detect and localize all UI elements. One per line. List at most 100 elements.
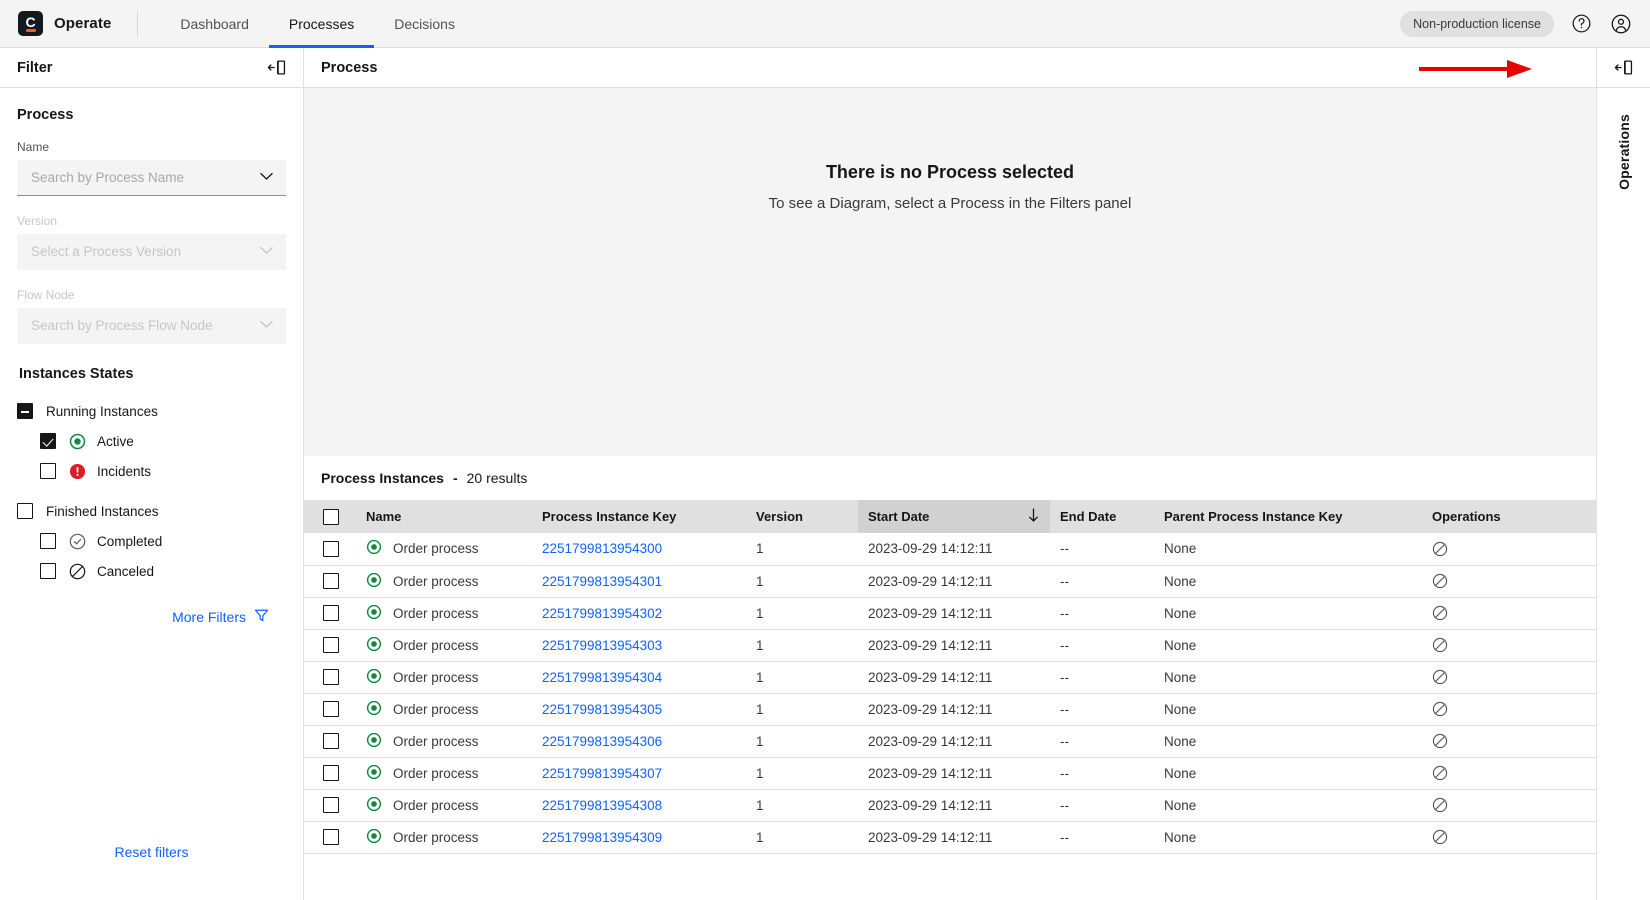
checkbox-completed[interactable]: Completed — [17, 526, 286, 556]
row-select-cell[interactable] — [304, 565, 356, 597]
process-instance-key-link[interactable]: 2251799813954308 — [542, 798, 662, 813]
row-checkbox[interactable] — [323, 541, 339, 557]
cancel-operation-icon[interactable] — [1432, 701, 1586, 717]
table-row[interactable]: Order process225179981395430712023-09-29… — [304, 757, 1596, 789]
cell-operations — [1422, 597, 1596, 629]
user-avatar-icon[interactable] — [1608, 11, 1634, 37]
row-checkbox[interactable] — [323, 573, 339, 589]
table-row[interactable]: Order process225179981395430012023-09-29… — [304, 533, 1596, 565]
process-instance-key-link[interactable]: 2251799813954301 — [542, 574, 662, 589]
cell-process-instance-key[interactable]: 2251799813954300 — [532, 533, 746, 565]
cell-parent-process-instance-key: None — [1154, 725, 1422, 757]
row-select-cell[interactable] — [304, 661, 356, 693]
row-select-cell[interactable] — [304, 629, 356, 661]
row-checkbox[interactable] — [323, 637, 339, 653]
nav-item-dashboard[interactable]: Dashboard — [160, 0, 269, 48]
checkbox-running-instances[interactable]: Running Instances — [17, 396, 286, 426]
checkbox-finished-instances[interactable]: Finished Instances — [17, 496, 286, 526]
process-name-input[interactable]: Search by Process Name — [17, 160, 286, 196]
checkbox-canceled[interactable]: Canceled — [17, 556, 286, 586]
column-header-name[interactable]: Name — [356, 500, 532, 533]
nav-item-processes[interactable]: Processes — [269, 0, 374, 48]
cell-end-date: -- — [1050, 821, 1154, 853]
more-filters-button[interactable]: More Filters — [17, 608, 286, 626]
cancel-operation-icon[interactable] — [1432, 541, 1586, 557]
cell-process-instance-key[interactable]: 2251799813954303 — [532, 629, 746, 661]
cell-name: Order process — [356, 597, 532, 629]
cell-process-instance-key[interactable]: 2251799813954305 — [532, 693, 746, 725]
cell-parent-process-instance-key: None — [1154, 693, 1422, 725]
cell-start-date: 2023-09-29 14:12:11 — [858, 629, 1050, 661]
table-row[interactable]: Order process225179981395430312023-09-29… — [304, 629, 1596, 661]
cell-version: 1 — [746, 789, 858, 821]
cancel-operation-icon[interactable] — [1432, 797, 1586, 813]
column-header-process-instance-key[interactable]: Process Instance Key — [532, 500, 746, 533]
filter-panel-title: Filter — [17, 60, 52, 76]
table-row[interactable]: Order process225179981395430512023-09-29… — [304, 693, 1596, 725]
collapse-panel-icon[interactable] — [267, 59, 286, 76]
process-name: Order process — [393, 574, 479, 589]
cell-process-instance-key[interactable]: 2251799813954308 — [532, 789, 746, 821]
row-checkbox[interactable] — [323, 797, 339, 813]
row-checkbox[interactable] — [323, 733, 339, 749]
cancel-operation-icon[interactable] — [1432, 829, 1586, 845]
column-header-end-date[interactable]: End Date — [1050, 500, 1154, 533]
row-select-cell[interactable] — [304, 533, 356, 565]
cell-process-instance-key[interactable]: 2251799813954306 — [532, 725, 746, 757]
table-row[interactable]: Order process225179981395430612023-09-29… — [304, 725, 1596, 757]
help-circle-icon[interactable] — [1568, 11, 1594, 37]
process-instance-key-link[interactable]: 2251799813954309 — [542, 830, 662, 845]
row-checkbox[interactable] — [323, 701, 339, 717]
brand[interactable]: C Operate — [0, 11, 111, 36]
table-row[interactable]: Order process225179981395430912023-09-29… — [304, 821, 1596, 853]
cancel-operation-icon[interactable] — [1432, 637, 1586, 653]
checkbox-label: Canceled — [97, 564, 154, 579]
table-row[interactable]: Order process225179981395430112023-09-29… — [304, 565, 1596, 597]
row-select-cell[interactable] — [304, 789, 356, 821]
column-header-parent-key[interactable]: Parent Process Instance Key — [1154, 500, 1422, 533]
checkbox-incidents[interactable]: Incidents — [17, 456, 286, 486]
column-header-version[interactable]: Version — [746, 500, 858, 533]
cancel-operation-icon[interactable] — [1432, 669, 1586, 685]
row-select-cell[interactable] — [304, 597, 356, 629]
cancel-operation-icon[interactable] — [1432, 765, 1586, 781]
row-select-cell[interactable] — [304, 725, 356, 757]
process-instance-key-link[interactable]: 2251799813954302 — [542, 606, 662, 621]
cell-process-instance-key[interactable]: 2251799813954302 — [532, 597, 746, 629]
select-all-header[interactable] — [304, 500, 356, 533]
process-instance-key-link[interactable]: 2251799813954307 — [542, 766, 662, 781]
table-row[interactable]: Order process225179981395430212023-09-29… — [304, 597, 1596, 629]
row-checkbox[interactable] — [323, 829, 339, 845]
header-divider — [137, 11, 138, 37]
row-select-cell[interactable] — [304, 821, 356, 853]
cancel-operation-icon[interactable] — [1432, 605, 1586, 621]
row-select-cell[interactable] — [304, 693, 356, 725]
checkbox-active[interactable]: Active — [17, 426, 286, 456]
row-checkbox[interactable] — [323, 605, 339, 621]
process-instance-key-link[interactable]: 2251799813954306 — [542, 734, 662, 749]
process-instance-key-link[interactable]: 2251799813954300 — [542, 541, 662, 556]
cancel-operation-icon[interactable] — [1432, 573, 1586, 589]
table-row[interactable]: Order process225179981395430412023-09-29… — [304, 661, 1596, 693]
process-instance-key-link[interactable]: 2251799813954304 — [542, 670, 662, 685]
cell-start-date: 2023-09-29 14:12:11 — [858, 661, 1050, 693]
expand-panel-icon[interactable] — [1597, 48, 1650, 88]
cancel-operation-icon[interactable] — [1432, 733, 1586, 749]
cell-version: 1 — [746, 629, 858, 661]
nav-item-decisions[interactable]: Decisions — [374, 0, 475, 48]
row-checkbox[interactable] — [323, 669, 339, 685]
cell-process-instance-key[interactable]: 2251799813954304 — [532, 661, 746, 693]
cell-process-instance-key[interactable]: 2251799813954301 — [532, 565, 746, 597]
reset-filters-button[interactable]: Reset filters — [0, 844, 303, 860]
column-header-start-date[interactable]: Start Date — [858, 500, 1050, 533]
process-instance-key-link[interactable]: 2251799813954305 — [542, 702, 662, 717]
row-checkbox[interactable] — [323, 765, 339, 781]
table-row[interactable]: Order process225179981395430812023-09-29… — [304, 789, 1596, 821]
cell-version: 1 — [746, 661, 858, 693]
operations-panel-label[interactable]: Operations — [1616, 114, 1632, 190]
select-all-checkbox[interactable] — [323, 509, 339, 525]
cell-process-instance-key[interactable]: 2251799813954309 — [532, 821, 746, 853]
process-instance-key-link[interactable]: 2251799813954303 — [542, 638, 662, 653]
cell-process-instance-key[interactable]: 2251799813954307 — [532, 757, 746, 789]
row-select-cell[interactable] — [304, 757, 356, 789]
